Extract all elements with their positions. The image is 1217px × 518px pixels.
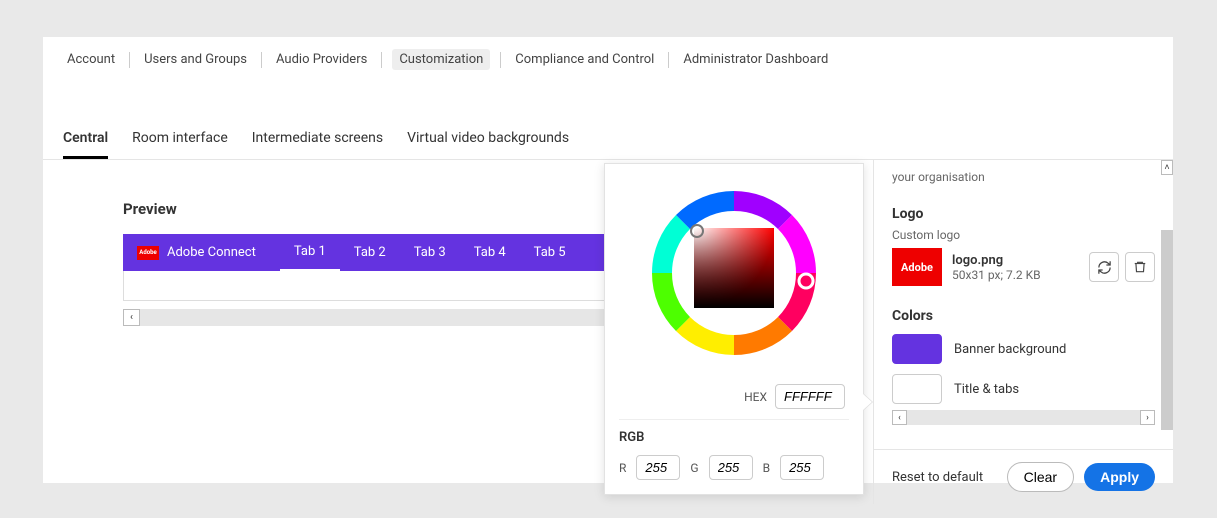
logo-meta: logo.png 50x31 px; 7.2 KB bbox=[952, 253, 1041, 282]
colors-heading: Colors bbox=[892, 308, 1155, 324]
banner-bg-row: Banner background bbox=[892, 334, 1155, 364]
nav-separator bbox=[129, 52, 130, 68]
trash-icon bbox=[1133, 260, 1147, 274]
refresh-icon bbox=[1097, 260, 1112, 275]
nav-audio-providers[interactable]: Audio Providers bbox=[272, 50, 371, 69]
r-label: R bbox=[619, 461, 626, 475]
side-scroll-area: your organisation Logo Custom logo Adobe… bbox=[874, 160, 1173, 449]
subtab-intermediate-screens[interactable]: Intermediate screens bbox=[252, 122, 383, 159]
logo-dimensions: 50x31 px; 7.2 KB bbox=[952, 268, 1041, 282]
banner-bg-label: Banner background bbox=[954, 342, 1066, 357]
b-input[interactable] bbox=[780, 455, 824, 480]
scroll-up-icon[interactable]: ˄ bbox=[1161, 160, 1173, 175]
nav-separator bbox=[381, 52, 382, 68]
delete-logo-button[interactable] bbox=[1125, 252, 1155, 282]
side-horizontal-scroll[interactable]: ‹ › bbox=[892, 410, 1155, 425]
nav-admin-dashboard[interactable]: Administrator Dashboard bbox=[679, 50, 832, 69]
side-panel: your organisation Logo Custom logo Adobe… bbox=[873, 160, 1173, 504]
logo-filename: logo.png bbox=[952, 253, 1041, 268]
preview-tab-1[interactable]: Tab 1 bbox=[280, 234, 340, 271]
g-input[interactable] bbox=[709, 455, 753, 480]
title-tabs-row: Title & tabs bbox=[892, 374, 1155, 404]
side-footer: Reset to default Clear Apply bbox=[874, 449, 1173, 504]
scroll-track[interactable] bbox=[907, 410, 1140, 425]
side-hint: your organisation bbox=[892, 170, 1155, 184]
adobe-logo-icon: Adobe bbox=[137, 246, 159, 260]
sub-tabs: Central Room interface Intermediate scre… bbox=[43, 122, 1173, 160]
preview-banner-title: Adobe Connect bbox=[167, 245, 256, 260]
nav-customization[interactable]: Customization bbox=[392, 49, 490, 70]
scroll-left-icon[interactable]: ‹ bbox=[892, 410, 907, 425]
apply-button[interactable]: Apply bbox=[1084, 463, 1155, 491]
title-tabs-label: Title & tabs bbox=[954, 382, 1019, 397]
scroll-thumb[interactable] bbox=[1161, 230, 1173, 430]
rgb-section: RGB R G B bbox=[619, 419, 849, 480]
clear-button[interactable]: Clear bbox=[1007, 462, 1074, 492]
title-tabs-swatch[interactable] bbox=[892, 374, 942, 404]
nav-separator bbox=[500, 52, 501, 68]
rgb-row: R G B bbox=[619, 455, 849, 480]
nav-users-groups[interactable]: Users and Groups bbox=[140, 50, 251, 69]
custom-logo-label: Custom logo bbox=[892, 228, 1155, 242]
b-label: B bbox=[763, 461, 770, 475]
refresh-logo-button[interactable] bbox=[1089, 252, 1119, 282]
logo-heading: Logo bbox=[892, 206, 1155, 222]
color-wheel-wrap bbox=[619, 178, 849, 368]
logo-actions bbox=[1089, 252, 1155, 282]
preview-tab-2[interactable]: Tab 2 bbox=[340, 234, 400, 271]
rgb-label: RGB bbox=[619, 430, 849, 445]
g-label: G bbox=[690, 461, 698, 475]
color-picker-popover: HEX RGB R G B bbox=[604, 163, 864, 495]
top-nav: Account Users and Groups Audio Providers… bbox=[43, 37, 1173, 82]
logo-row: Adobe logo.png 50x31 px; 7.2 KB bbox=[892, 248, 1155, 286]
nav-separator bbox=[668, 52, 669, 68]
color-wheel[interactable] bbox=[639, 178, 829, 368]
hex-input[interactable] bbox=[775, 384, 845, 409]
banner-bg-swatch[interactable] bbox=[892, 334, 942, 364]
scroll-right-icon[interactable]: › bbox=[1140, 410, 1155, 425]
subtab-virtual-backgrounds[interactable]: Virtual video backgrounds bbox=[407, 122, 569, 159]
side-vertical-scroll[interactable]: ˄ bbox=[1161, 160, 1173, 504]
hex-label: HEX bbox=[744, 390, 767, 404]
scroll-left-icon[interactable]: ‹ bbox=[123, 309, 140, 326]
nav-account[interactable]: Account bbox=[63, 50, 119, 69]
logo-thumbnail: Adobe bbox=[892, 248, 942, 286]
hex-row: HEX bbox=[619, 384, 849, 409]
nav-compliance[interactable]: Compliance and Control bbox=[511, 50, 658, 69]
nav-separator bbox=[261, 52, 262, 68]
subtab-central[interactable]: Central bbox=[63, 122, 108, 159]
preview-tab-3[interactable]: Tab 3 bbox=[400, 234, 460, 271]
subtab-room-interface[interactable]: Room interface bbox=[132, 122, 228, 159]
preview-tab-5[interactable]: Tab 5 bbox=[520, 234, 580, 271]
reset-default-link[interactable]: Reset to default bbox=[892, 470, 983, 485]
preview-tab-4[interactable]: Tab 4 bbox=[460, 234, 520, 271]
r-input[interactable] bbox=[636, 455, 680, 480]
